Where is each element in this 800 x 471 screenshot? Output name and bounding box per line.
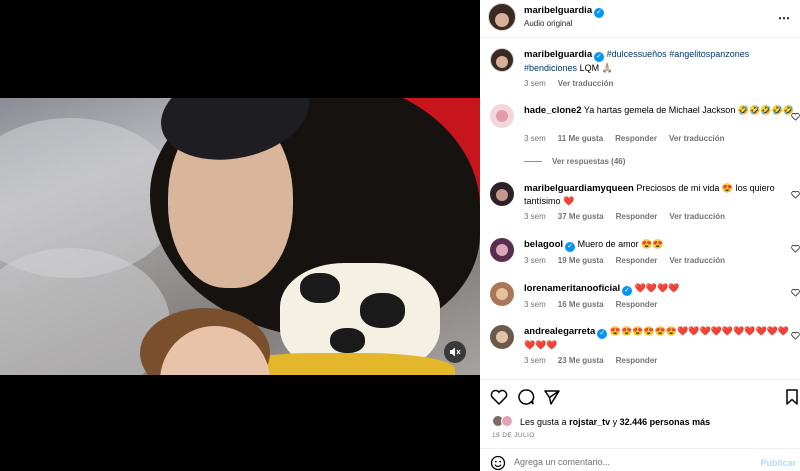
heart-icon[interactable] [791,190,800,199]
heart-icon[interactable] [791,288,800,297]
verified-icon: ✓ [597,329,608,339]
heart-icon[interactable] [490,388,508,406]
verified-icon: ✓ [594,8,605,18]
comment-username[interactable]: belagool [524,239,563,250]
comment-username[interactable]: andrealegarreta [524,326,595,337]
translate-link[interactable]: Ver traducción [669,212,725,221]
comment-body: ❤️❤️❤️❤️ [634,283,680,293]
bookmark-icon[interactable] [784,388,800,406]
post-media [0,0,480,471]
mute-icon[interactable] [444,341,466,363]
comment-icon[interactable] [517,388,535,406]
comment-meta: 3 sem 19 Me gusta Responder Ver traducción [524,256,737,265]
heart-icon[interactable] [791,244,800,253]
comment-text: belagool ✓ Muero de amor 😍😍 [524,238,794,252]
caption-meta: 3 sem Ver traducción [524,79,625,88]
caption-end: LQM 🙏🏼 [579,63,613,73]
caption-username[interactable]: maribelguardia [524,49,592,60]
comment-text: lorenameritanooficial ✓ ❤️❤️❤️❤️ [524,282,794,296]
avatar[interactable] [490,325,514,349]
comment-time[interactable]: 3 sem [524,134,546,143]
reply-button[interactable]: Responder [616,256,658,265]
likes-middle: y [612,417,618,427]
more-icon[interactable]: ⋯ [778,11,790,25]
reply-button[interactable]: Responder [616,300,658,309]
avatar[interactable] [490,48,514,72]
comment-text: maribelguardiamyqueen Preciosos de mi vi… [524,182,794,208]
comment-time[interactable]: 3 sem [524,256,546,265]
translate-link[interactable]: Ver traducción [558,79,614,88]
translate-link[interactable]: Ver traducción [669,256,725,265]
comment-likes[interactable]: 16 Me gusta [558,300,604,309]
comment: hade_clone2 Ya hartas gemela de Michael … [490,104,800,168]
comment: belagool ✓ Muero de amor 😍😍 3 sem 19 Me gu… [490,238,800,268]
comment-meta: 3 sem 11 Me gusta Responder Ver traducción [524,134,737,143]
avatar[interactable] [490,238,514,262]
avatar[interactable] [488,3,516,31]
comment: lorenameritanooficial ✓ ❤️❤️❤️❤️ 3 sem 16 … [490,282,800,312]
comment-likes[interactable]: 23 Me gusta [558,356,604,365]
post-side-panel: maribelguardia ✓ Audio original ⋯ maribel… [480,0,800,471]
heart-icon[interactable] [791,112,800,121]
emoji-icon[interactable] [490,455,506,471]
share-icon[interactable] [543,388,561,406]
comment-input[interactable] [514,455,754,469]
translate-link[interactable]: Ver traducción [669,134,725,143]
comment-username[interactable]: hade_clone2 [524,105,582,116]
hashtag[interactable]: #angelitospanzones [669,49,749,59]
add-comment-bar: Publicar [480,448,800,471]
likes-user[interactable]: rojstar_tv [569,417,610,427]
verified-icon: ✓ [565,242,576,252]
comment: maribelguardiamyqueen Preciosos de mi vi… [490,182,800,226]
likes-count[interactable]: 32.446 personas más [620,417,711,427]
video-player[interactable] [0,98,480,375]
hashtag[interactable]: #bendiciones [524,63,577,73]
comment-meta: 3 sem 23 Me gusta Responder [524,356,669,365]
comment-body: Muero de amor 😍😍 [577,239,664,249]
verified-icon: ✓ [594,52,605,62]
avatar[interactable] [490,104,514,128]
comment: andrealegarreta ✓ 😍😍😍😍😍😍❤️❤️❤️❤️❤️❤️❤️❤️❤… [490,325,800,369]
avatar[interactable] [490,182,514,206]
caption-text: maribelguardia ✓ #dulcessueños #angelitos… [524,48,794,75]
comment-meta: 3 sem 37 Me gusta Responder Ver traducción [524,212,737,221]
comment-username[interactable]: maribelguardiamyqueen [524,183,634,194]
reply-button[interactable]: Responder [616,212,658,221]
hashtag[interactable]: #dulcessueños [607,49,667,59]
comment-username[interactable]: lorenameritanooficial [524,283,620,294]
post-header: maribelguardia ✓ Audio original ⋯ [480,0,800,38]
header-username[interactable]: maribelguardia [524,5,592,16]
comment-body: Ya hartas gemela de Michael Jackson 🤣🤣🤣🤣… [583,105,794,115]
liker-avatars[interactable] [492,415,516,427]
vest-spot [330,328,365,353]
comment-likes[interactable]: 37 Me gusta [558,212,604,221]
post-date[interactable]: 19 DE JULIO [492,432,535,439]
comment-time[interactable]: 3 sem [524,300,546,309]
avatar[interactable] [490,282,514,306]
vest-spot [300,273,340,303]
comment-text: hade_clone2 Ya hartas gemela de Michael … [524,104,794,117]
comment-time[interactable]: 3 sem [524,212,546,221]
vest-spot [360,293,405,328]
comment-time[interactable]: 3 sem [524,356,546,365]
caption: maribelguardia ✓ #dulcessueños #angelitos… [490,48,800,92]
reply-button[interactable]: Responder [616,356,658,365]
likes-summary: Les gusta a rojstar_tv y 32.446 personas… [492,415,710,427]
view-replies[interactable]: Ver respuestas (46) [524,157,625,166]
reply-button[interactable]: Responder [615,134,657,143]
comment-likes[interactable]: 19 Me gusta [558,256,604,265]
heart-icon[interactable] [791,331,800,340]
header-subtitle[interactable]: Audio original [524,19,572,28]
comment-text: andrealegarreta ✓ 😍😍😍😍😍😍❤️❤️❤️❤️❤️❤️❤️❤️❤… [524,325,794,352]
likes-prefix: Les gusta a [520,417,567,427]
comment-likes[interactable]: 11 Me gusta [558,134,603,143]
comment-meta: 3 sem 16 Me gusta Responder [524,300,669,309]
caption-time[interactable]: 3 sem [524,79,546,88]
verified-icon: ✓ [622,286,633,296]
action-bar [480,379,800,411]
publish-button[interactable]: Publicar [760,458,796,468]
